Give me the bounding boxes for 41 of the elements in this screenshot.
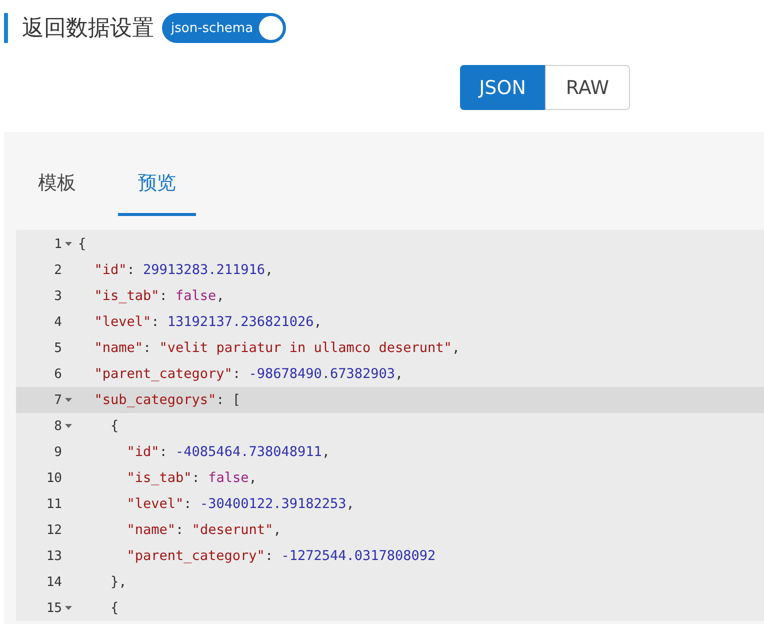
code-line: { — [110, 600, 119, 616]
line-number: 13 — [46, 548, 62, 564]
line-number: 14 — [46, 574, 62, 590]
code-line: "name": "velit pariatur in ullamco deserunt", — [93, 340, 460, 356]
format-button[interactable]: RAW — [545, 65, 630, 110]
code-line: "level": -30400122.39182253, — [126, 496, 354, 512]
caret-icon[interactable] — [64, 606, 72, 610]
section-title: 返回数据设置 — [22, 15, 154, 43]
format-button[interactable]: JSON — [460, 65, 545, 110]
line-number: 4 — [54, 314, 62, 330]
tab[interactable]: 模板 — [18, 162, 96, 216]
line-number: 7 — [54, 392, 62, 408]
line-number: 2 — [54, 262, 62, 278]
code-line: "is_tab": false, — [93, 288, 224, 304]
line-number: 12 — [46, 522, 62, 538]
line-number: 15 — [46, 600, 62, 616]
code-line: }, — [110, 574, 127, 590]
line-number: 6 — [54, 366, 62, 382]
schema-toggle[interactable]: json-schema — [162, 13, 286, 43]
caret-icon[interactable] — [64, 398, 72, 402]
line-number: 1 — [54, 236, 62, 252]
line-number: 11 — [46, 496, 62, 512]
line-number: 9 — [54, 444, 62, 460]
code-line: { — [78, 236, 86, 252]
line-number: 3 — [54, 288, 62, 304]
tab[interactable]: 预览 — [118, 162, 196, 216]
code-line: "sub_categorys": [ — [93, 392, 241, 408]
code-line: "is_tab": false, — [126, 470, 257, 486]
line-number: 10 — [46, 470, 62, 486]
line-number: 8 — [54, 418, 62, 434]
accent-bar — [4, 13, 8, 43]
caret-icon[interactable] — [64, 242, 72, 246]
code-line: "id": 29913283.211916, — [93, 262, 274, 278]
line-number: 5 — [54, 340, 62, 356]
caret-icon[interactable] — [64, 424, 72, 428]
code-line: "parent_category": -98678490.67382903, — [93, 366, 404, 382]
code-line: "name": "deserunt", — [126, 522, 282, 538]
code-line: { — [110, 418, 119, 434]
code-line: "id": -4085464.738048911, — [126, 444, 330, 460]
code-line: "level": 13192137.236821026, — [93, 314, 322, 330]
code-line: "parent_category": -1272544.0317808092 — [126, 548, 436, 564]
